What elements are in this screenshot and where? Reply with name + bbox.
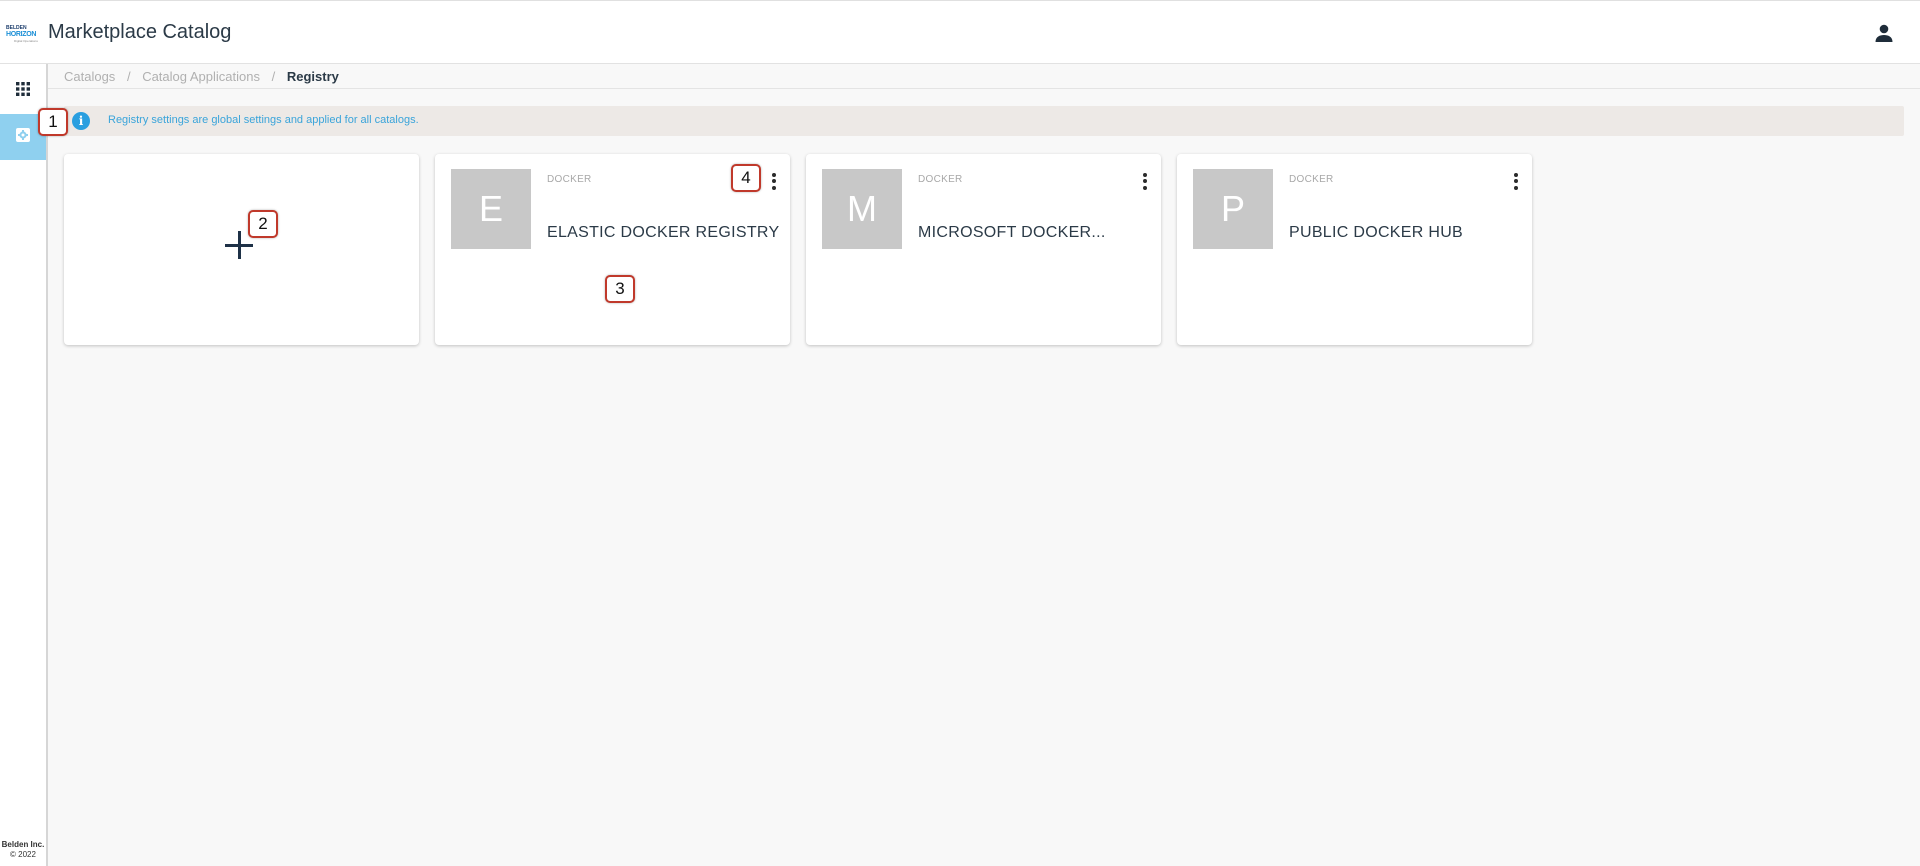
footer-company: Belden Inc. (1, 840, 45, 849)
top-bar: BELDEN HORIZON Digital Operations Market… (0, 0, 1920, 64)
footer-copyright: © 2022 (10, 850, 36, 859)
add-registry-card[interactable] (64, 154, 419, 345)
logo-sub-text: Digital Operations (14, 39, 38, 43)
breadcrumb-divider (48, 88, 1920, 89)
sidebar: Belden Inc. © 2022 (0, 64, 48, 866)
settings-gear-icon (15, 127, 31, 148)
logo-main-text: HORIZON (6, 31, 37, 38)
registry-name: ELASTIC DOCKER REGISTRY (547, 224, 780, 241)
registry-avatar: P (1193, 169, 1273, 249)
registry-name: PUBLIC DOCKER HUB (1289, 224, 1464, 241)
callout-marker-1: 1 (38, 108, 68, 136)
belden-horizon-logo[interactable]: BELDEN HORIZON Digital Operations (6, 25, 42, 45)
app-title: Marketplace Catalog (48, 21, 232, 43)
info-banner: i Registry settings are global settings … (64, 106, 1904, 136)
more-options-icon[interactable] (768, 170, 780, 192)
sidebar-footer: Belden Inc. © 2022 (0, 840, 46, 860)
callout-marker-4: 4 (731, 164, 761, 192)
registry-type: DOCKER (1289, 174, 1334, 185)
registry-type: DOCKER (918, 174, 963, 185)
registry-avatar: M (822, 169, 902, 249)
breadcrumb-separator: / (271, 69, 276, 84)
registry-avatar: E (451, 169, 531, 249)
registry-card-microsoft[interactable]: M DOCKER MICROSOFT DOCKER... (806, 154, 1161, 345)
more-options-icon[interactable] (1510, 170, 1522, 192)
breadcrumb-separator: / (126, 69, 131, 84)
info-banner-text: Registry settings are global settings an… (108, 114, 419, 126)
registry-name: MICROSOFT DOCKER... (918, 224, 1106, 241)
callout-marker-3: 3 (605, 275, 635, 303)
breadcrumb-item-catalog-applications[interactable]: Catalog Applications (142, 69, 260, 84)
sidebar-item-apps[interactable] (0, 68, 46, 114)
registry-type: DOCKER (547, 174, 592, 185)
info-icon: i (72, 112, 90, 130)
callout-marker-2: 2 (248, 210, 278, 238)
breadcrumb: Catalogs / Catalog Applications / Regist… (64, 69, 339, 84)
breadcrumb-item-catalogs[interactable]: Catalogs (64, 69, 115, 84)
breadcrumb-current: Registry (286, 69, 339, 84)
more-options-icon[interactable] (1139, 170, 1151, 192)
registry-card-public[interactable]: P DOCKER PUBLIC DOCKER HUB (1177, 154, 1532, 345)
user-icon[interactable] (1874, 23, 1894, 43)
apps-grid-icon (16, 81, 30, 101)
